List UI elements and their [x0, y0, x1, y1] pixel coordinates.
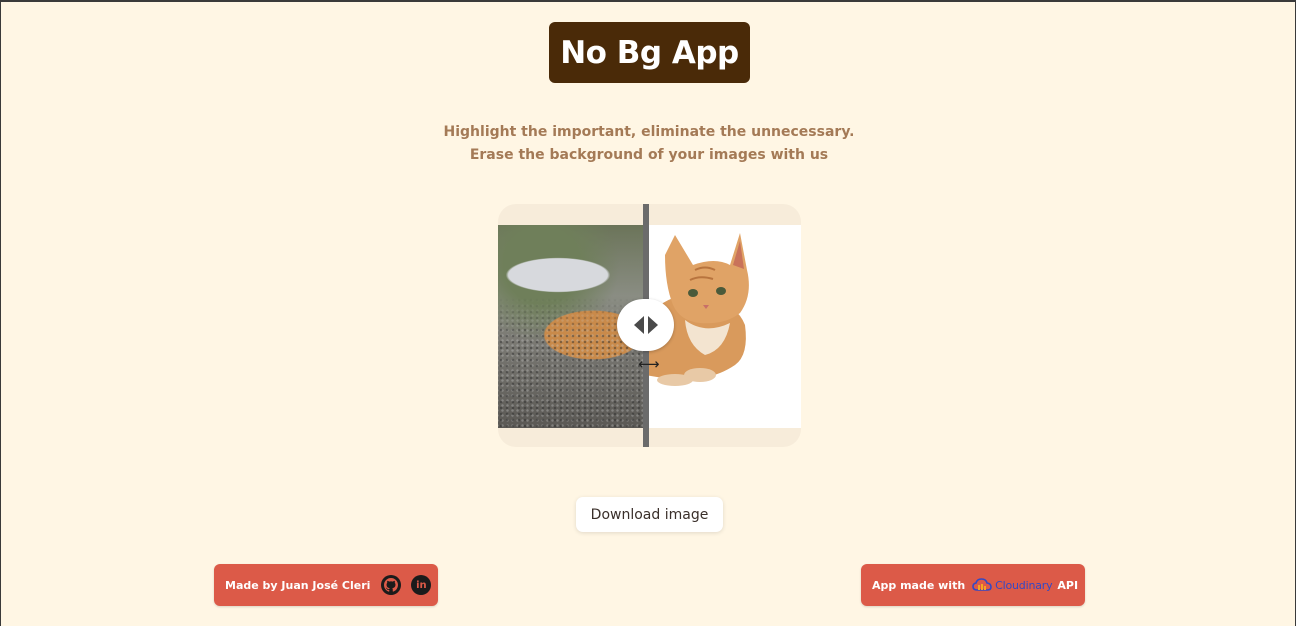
tagline: Highlight the important, eliminate the u…	[1, 121, 1296, 167]
cloudinary-brand: Cloudinary	[995, 578, 1053, 592]
tagline-line-1: Highlight the important, eliminate the u…	[443, 124, 855, 140]
cloudinary-logo[interactable]: Cloudinary	[972, 578, 1053, 592]
linkedin-icon-text: in	[416, 579, 427, 591]
github-icon-glyph	[384, 578, 399, 592]
author-label: Made by Juan José Cleri	[225, 578, 371, 592]
api-suffix: API	[1057, 578, 1079, 592]
arrow-right-icon	[647, 316, 658, 334]
download-image-button[interactable]: Download image	[576, 497, 723, 532]
author-badge: Made by Juan José Cleri in	[214, 564, 438, 606]
cloudinary-cloud-icon	[972, 578, 992, 591]
github-icon[interactable]	[381, 575, 402, 595]
arrow-left-icon	[633, 316, 644, 334]
tagline-line-2: Erase the background of your images with…	[469, 147, 829, 163]
api-badge: App made with Cloudinary API	[861, 564, 1085, 606]
slider-handle[interactable]	[617, 299, 674, 351]
linkedin-icon[interactable]: in	[411, 575, 432, 595]
resize-cursor-icon: ⟷	[638, 355, 660, 373]
app-logo-title: No Bg App	[549, 22, 750, 83]
api-prefix: App made with	[872, 578, 966, 592]
